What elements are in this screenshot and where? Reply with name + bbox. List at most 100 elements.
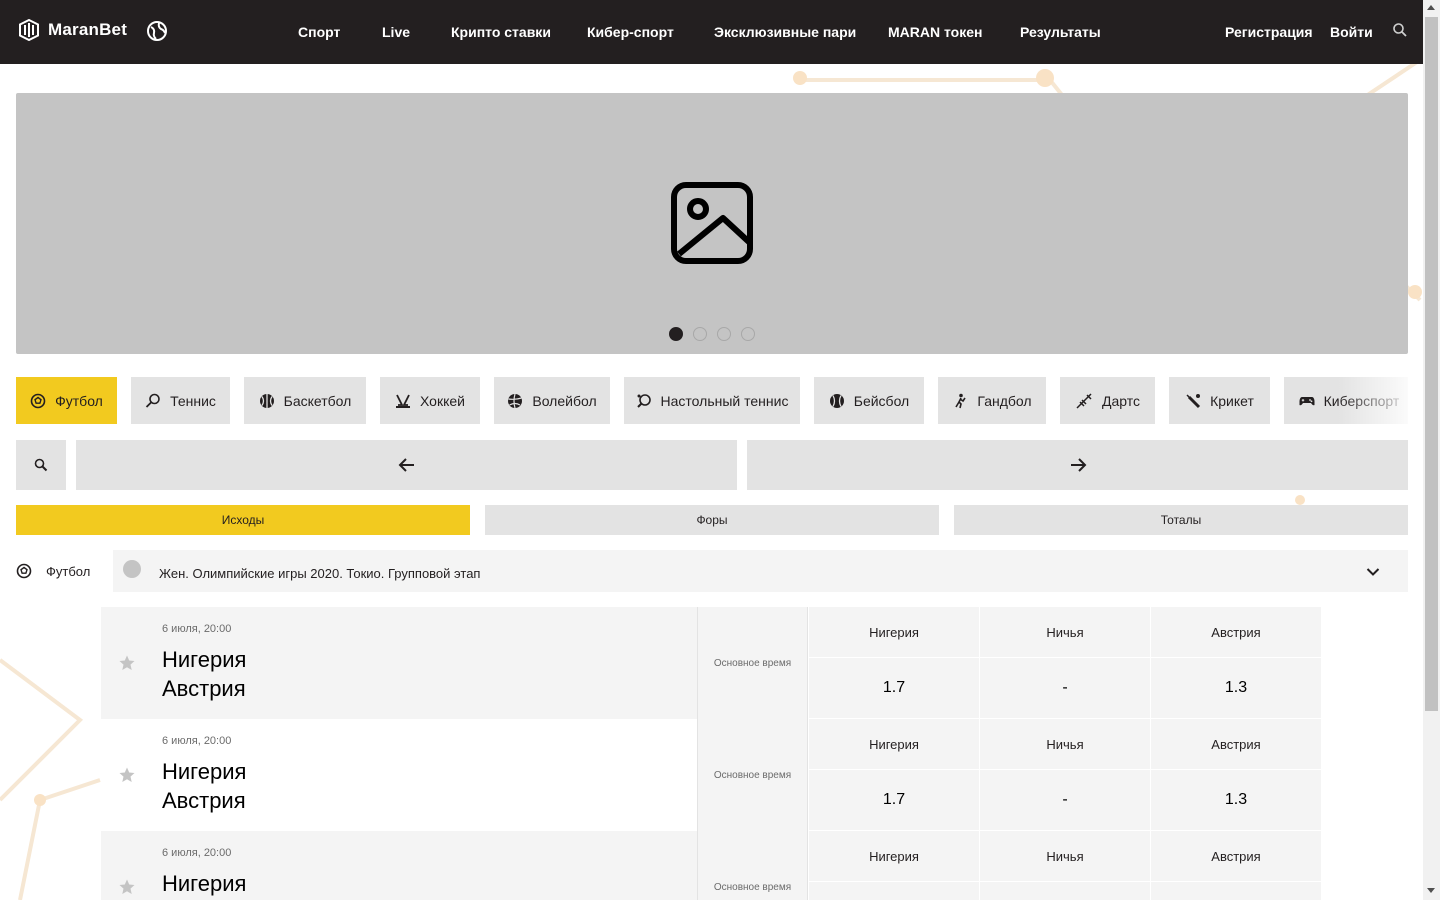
- sport-tab-label: Настольный теннис: [660, 392, 789, 409]
- nav-crypto-bets[interactable]: Крипто ставки: [451, 24, 551, 40]
- sport-tabs: Футбол Теннис Баскетбол Хоккей Волейбол …: [16, 377, 1408, 424]
- scroll-down-arrow-icon[interactable]: [1427, 888, 1435, 893]
- sport-tab-darts[interactable]: Дартс: [1060, 377, 1155, 424]
- outcome-header: Ничья: [980, 831, 1150, 881]
- volleyball-icon: [508, 393, 523, 408]
- league-header[interactable]: Жен. Олимпийские игры 2020. Токио. Групп…: [113, 550, 1408, 592]
- sport-tab-table-tennis[interactable]: Настольный теннис: [624, 377, 800, 424]
- match-info[interactable]: 6 июля, 20:00 Нигерия: [101, 831, 697, 900]
- page-scrollbar[interactable]: [1423, 0, 1440, 900]
- outcome-header: Нигерия: [809, 831, 979, 881]
- soccer-ball-icon: [16, 563, 32, 579]
- sport-tab-label: Футбол: [55, 392, 103, 409]
- odds-button-draw[interactable]: [980, 882, 1150, 900]
- league-name: Жен. Олимпийские игры 2020. Токио. Групп…: [159, 566, 481, 581]
- odds-button-draw[interactable]: -: [980, 770, 1150, 830]
- odds-button-away[interactable]: 1.3: [1151, 770, 1321, 830]
- favorite-star-icon[interactable]: [118, 878, 136, 896]
- globe-language-icon[interactable]: [146, 20, 168, 42]
- odds-button-home[interactable]: 1.7: [809, 658, 979, 718]
- outcome-header: Нигерия: [809, 719, 979, 769]
- sport-tab-volleyball[interactable]: Волейбол: [494, 377, 610, 424]
- baseball-icon: [829, 393, 844, 408]
- outcome-header: Нигерия: [809, 607, 979, 657]
- sport-tab-label: Хоккей: [420, 392, 465, 409]
- match-period: Основное время: [697, 831, 808, 900]
- login-link[interactable]: Войти: [1330, 24, 1373, 40]
- hockey-icon: [396, 394, 410, 408]
- next-arrow-button[interactable]: [747, 440, 1408, 490]
- tab-handicaps[interactable]: Форы: [485, 505, 939, 535]
- tab-totals[interactable]: Тоталы: [954, 505, 1408, 535]
- sport-tab-basketball[interactable]: Баскетбол: [244, 377, 366, 424]
- image-placeholder-icon: [671, 182, 753, 264]
- match-period: Основное время: [697, 607, 808, 719]
- away-team: Австрия: [162, 676, 246, 701]
- sport-tab-esports[interactable]: Киберспорт: [1284, 377, 1408, 424]
- odds-button-away[interactable]: [1151, 882, 1321, 900]
- favorite-star-icon[interactable]: [118, 766, 136, 784]
- brand-logo[interactable]: MaranBet: [18, 19, 127, 41]
- odds-button-draw[interactable]: -: [980, 658, 1150, 718]
- home-team: Нигерия: [162, 759, 247, 784]
- sport-tab-handball[interactable]: Гандбол: [938, 377, 1046, 424]
- scroll-thumb[interactable]: [1425, 17, 1438, 711]
- basketball-icon: [259, 393, 274, 408]
- match-row[interactable]: 6 июля, 20:00 Нигерия Австрия Основное в…: [101, 719, 1321, 831]
- nav-live[interactable]: Live: [382, 24, 410, 40]
- sport-tab-cricket[interactable]: Крикет: [1169, 377, 1270, 424]
- search-icon: [34, 458, 48, 472]
- brand-name: MaranBet: [48, 20, 128, 39]
- odds-button-home[interactable]: [809, 882, 979, 900]
- prev-arrow-button[interactable]: [76, 440, 737, 490]
- register-link[interactable]: Регистрация: [1225, 24, 1313, 40]
- table-tennis-icon: [636, 393, 651, 408]
- sport-tab-label: Теннис: [170, 392, 216, 409]
- sport-tab-tennis[interactable]: Теннис: [131, 377, 230, 424]
- search-icon[interactable]: [1392, 22, 1408, 38]
- carousel-dot[interactable]: [669, 327, 683, 341]
- match-row[interactable]: 6 июля, 20:00 Нигерия Австрия Основное в…: [101, 607, 1321, 719]
- sport-tab-label: Волейбол: [532, 392, 597, 409]
- home-team: Нигерия: [162, 871, 247, 896]
- outcome-header: Австрия: [1151, 607, 1321, 657]
- sport-search-button[interactable]: [16, 440, 66, 490]
- carousel-dot[interactable]: [717, 327, 731, 341]
- sport-tab-label: Гандбол: [977, 392, 1032, 409]
- darts-icon: [1076, 392, 1092, 409]
- tab-outcomes[interactable]: Исходы: [16, 505, 470, 535]
- match-info[interactable]: 6 июля, 20:00 Нигерия Австрия: [101, 607, 697, 719]
- odds-button-home[interactable]: 1.7: [809, 770, 979, 830]
- home-team: Нигерия: [162, 647, 247, 672]
- carousel-dots: [669, 327, 755, 341]
- nav-results[interactable]: Результаты: [1020, 24, 1101, 40]
- sport-tab-baseball[interactable]: Бейсбол: [814, 377, 924, 424]
- maranbet-logo-icon: [19, 19, 39, 41]
- sport-tab-hockey[interactable]: Хоккей: [380, 377, 480, 424]
- league-flag-icon: [123, 560, 141, 578]
- sport-tab-label: Баскетбол: [283, 392, 352, 409]
- match-info[interactable]: 6 июля, 20:00 Нигерия Австрия: [101, 719, 697, 831]
- carousel-dot[interactable]: [693, 327, 707, 341]
- carousel-dot[interactable]: [741, 327, 755, 341]
- sport-tab-football[interactable]: Футбол: [16, 377, 117, 424]
- chevron-down-icon[interactable]: [1366, 565, 1380, 579]
- promo-banner[interactable]: [16, 93, 1408, 354]
- scroll-up-arrow-icon[interactable]: [1427, 5, 1435, 10]
- arrow-right-icon: [1070, 458, 1086, 472]
- nav-sport[interactable]: Спорт: [298, 24, 340, 40]
- odds-button-away[interactable]: 1.3: [1151, 658, 1321, 718]
- league-sport-label: Футбол: [46, 563, 91, 579]
- gamepad-icon: [1299, 396, 1315, 405]
- sport-tab-label: Дартс: [1101, 392, 1140, 409]
- outcome-header: Австрия: [1151, 719, 1321, 769]
- sport-tab-label: Киберспорт: [1323, 392, 1400, 409]
- favorite-star-icon[interactable]: [118, 654, 136, 672]
- arrow-left-icon: [398, 458, 414, 472]
- league-sport-label-group: Футбол: [16, 563, 90, 579]
- nav-esports[interactable]: Кибер-спорт: [587, 24, 674, 40]
- outcome-header: Ничья: [980, 607, 1150, 657]
- nav-exclusive-bets[interactable]: Эксклюзивные пари: [714, 24, 856, 40]
- nav-maran-token[interactable]: MARAN токен: [888, 24, 982, 40]
- match-row[interactable]: 6 июля, 20:00 Нигерия Основное время Ниг…: [101, 831, 1321, 900]
